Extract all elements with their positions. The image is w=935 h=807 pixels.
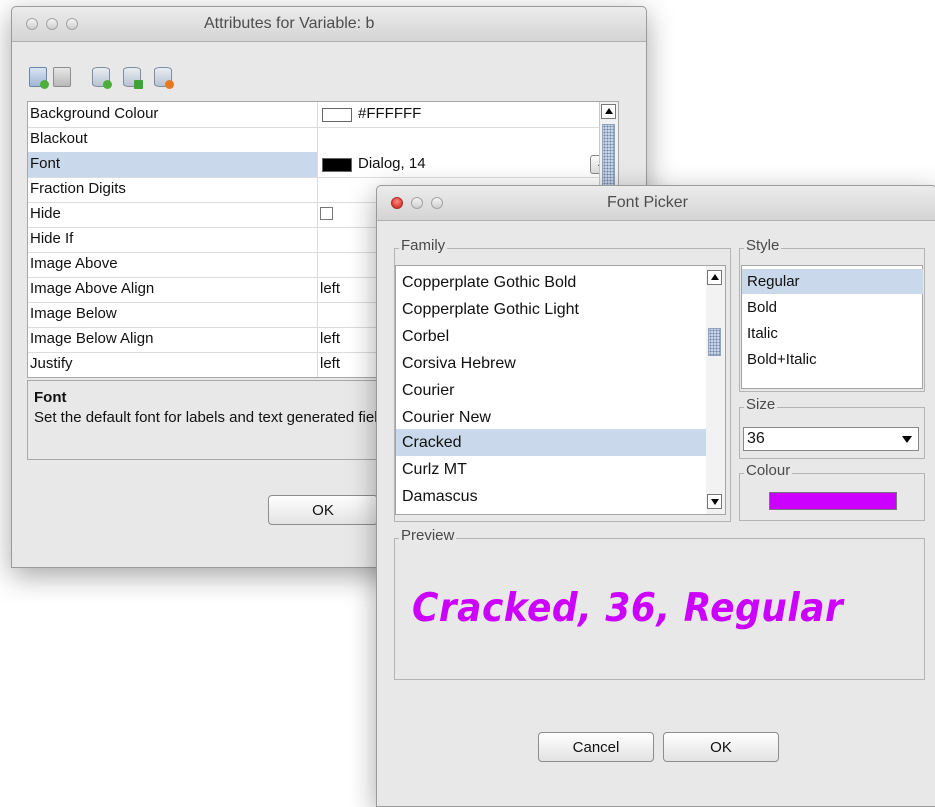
- font-picker-title: Font Picker: [607, 194, 688, 211]
- list-item[interactable]: Bold: [742, 295, 923, 320]
- ok-button[interactable]: OK: [663, 732, 779, 762]
- row-value: left: [320, 330, 341, 347]
- delete-db-icon[interactable]: [154, 67, 174, 89]
- row-value-cell[interactable]: [317, 127, 618, 152]
- family-label: Family: [399, 237, 448, 254]
- scroll-up-icon[interactable]: [707, 270, 722, 285]
- colour-swatch: [322, 108, 352, 122]
- scroll-thumb[interactable]: [708, 328, 721, 356]
- attributes-titlebar[interactable]: Attributes for Variable: b: [12, 7, 646, 42]
- minimize-window-button[interactable]: [46, 18, 58, 30]
- close-window-button[interactable]: [391, 197, 403, 209]
- list-item-selected[interactable]: Cracked: [396, 429, 706, 456]
- list-item[interactable]: Courier: [396, 377, 706, 404]
- row-value: left: [320, 355, 341, 372]
- scroll-down-icon[interactable]: [707, 494, 722, 509]
- list-item[interactable]: Curlz MT: [396, 456, 706, 483]
- row-name: Hide If: [30, 230, 74, 247]
- add-db-icon[interactable]: [92, 67, 112, 89]
- attributes-ok-button[interactable]: OK: [268, 495, 378, 525]
- remove-table-icon[interactable]: [53, 67, 71, 87]
- list-item[interactable]: Damascus: [396, 483, 706, 510]
- style-list[interactable]: Regular Bold Italic Bold+Italic: [741, 265, 923, 389]
- add-table-icon[interactable]: [29, 67, 49, 89]
- zoom-window-button[interactable]: [431, 197, 443, 209]
- family-scrollbar[interactable]: [706, 265, 726, 515]
- colour-label: Colour: [744, 462, 793, 479]
- list-item[interactable]: Bold+Italic: [742, 347, 923, 372]
- row-name: Hide: [30, 205, 61, 222]
- table-row-selected[interactable]: Font Dialog, 14 ...: [28, 152, 618, 178]
- row-name: Fraction Digits: [30, 180, 126, 197]
- row-value-cell[interactable]: #FFFFFF: [317, 102, 618, 127]
- font-picker-titlebar[interactable]: Font Picker: [377, 186, 935, 221]
- family-list[interactable]: Copperplate Gothic Bold Copperplate Goth…: [395, 265, 707, 515]
- row-name: Image Above: [30, 255, 118, 272]
- row-value: Dialog, 14: [358, 155, 426, 172]
- list-item[interactable]: Italic: [742, 321, 923, 346]
- description-title: Font: [34, 389, 67, 406]
- hide-checkbox[interactable]: [320, 207, 333, 220]
- close-window-button[interactable]: [26, 18, 38, 30]
- size-label: Size: [744, 396, 778, 413]
- cancel-button[interactable]: Cancel: [538, 732, 654, 762]
- colour-swatch: [322, 158, 352, 172]
- row-name: Image Above Align: [30, 280, 155, 297]
- row-name: Blackout: [30, 130, 88, 147]
- row-name: Image Below Align: [30, 330, 154, 347]
- attributes-window-title: Attributes for Variable: b: [204, 15, 375, 32]
- row-name: Font: [30, 155, 61, 172]
- row-name: Background Colour: [30, 105, 159, 122]
- row-name: Image Below: [30, 305, 117, 322]
- zoom-window-button[interactable]: [66, 18, 78, 30]
- list-item[interactable]: Copperplate Gothic Light: [396, 296, 706, 323]
- scroll-up-icon[interactable]: [601, 104, 616, 119]
- list-item[interactable]: Corbel: [396, 323, 706, 350]
- export-db-icon[interactable]: [123, 67, 143, 89]
- size-select[interactable]: 36: [743, 427, 919, 451]
- table-row[interactable]: Background Colour #FFFFFF: [28, 102, 618, 128]
- row-value-cell[interactable]: Dialog, 14 ...: [317, 152, 618, 177]
- row-value: left: [320, 280, 341, 297]
- list-item[interactable]: Corsiva Hebrew: [396, 350, 706, 377]
- row-name: Justify: [30, 355, 73, 372]
- minimize-window-button[interactable]: [411, 197, 423, 209]
- list-item-selected[interactable]: Regular: [742, 269, 923, 294]
- table-row[interactable]: Blackout: [28, 127, 618, 153]
- style-label: Style: [744, 237, 782, 254]
- preview-label: Preview: [399, 527, 457, 544]
- list-item[interactable]: Courier New: [396, 404, 706, 431]
- preview-text: Cracked, 36, Regular: [412, 586, 844, 631]
- row-value: #FFFFFF: [358, 105, 422, 122]
- chevron-down-icon: [902, 436, 912, 443]
- size-value: 36: [747, 430, 765, 447]
- description-text: Set the default font for labels and text…: [34, 409, 386, 426]
- colour-swatch-button[interactable]: [769, 492, 897, 510]
- list-item[interactable]: Copperplate Gothic Bold: [396, 269, 706, 296]
